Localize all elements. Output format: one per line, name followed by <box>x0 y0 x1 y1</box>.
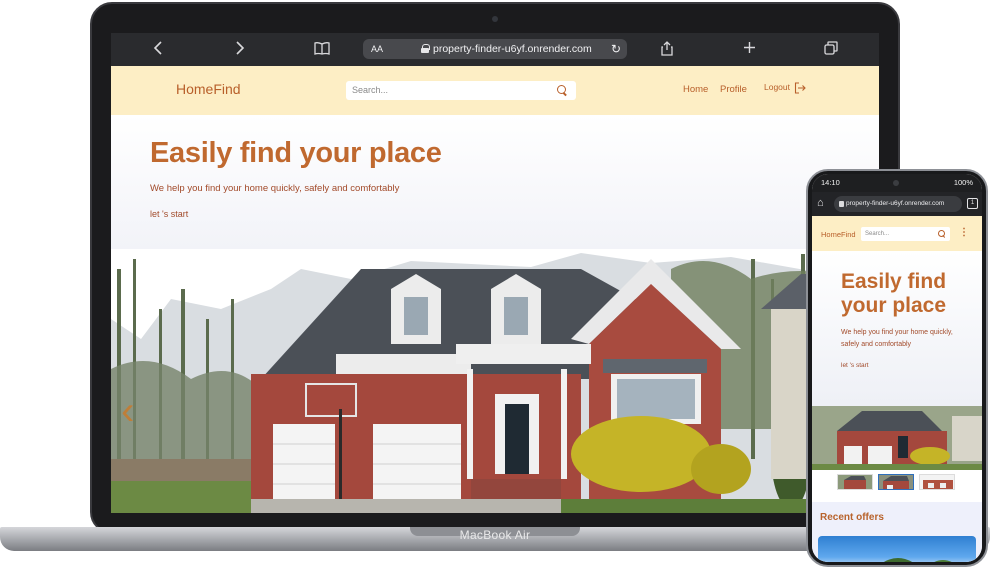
lock-icon <box>839 201 844 207</box>
nav-logout[interactable]: Logout <box>764 82 790 92</box>
search-input[interactable]: Search... <box>346 81 576 100</box>
phone-browser-bar: ⌂ property-finder-u6yf.onrender.com 1 <box>812 192 982 216</box>
lets-start-link[interactable]: let 's start <box>841 362 869 369</box>
device-mockup: AA property-finder-u6yf.onrender.com ↻ H… <box>0 0 990 570</box>
offer-card-image[interactable] <box>818 536 976 562</box>
search-icon[interactable] <box>938 230 946 238</box>
thumbnail-3[interactable] <box>919 474 955 490</box>
search-placeholder: Search... <box>352 85 389 95</box>
tabs-icon[interactable]: 1 <box>967 198 978 209</box>
home-icon[interactable]: ⌂ <box>817 197 829 209</box>
recent-offers-section: Recent offers <box>812 502 982 562</box>
laptop-model-label: MacBook Air <box>459 528 531 542</box>
status-battery: 100% <box>953 178 973 187</box>
phone-hero: Easily find your place We help you find … <box>812 251 982 406</box>
laptop-screen: AA property-finder-u6yf.onrender.com ↻ H… <box>111 33 879 513</box>
nav-home[interactable]: Home <box>683 84 708 95</box>
reload-icon[interactable]: ↻ <box>611 39 621 59</box>
carousel-prev-icon[interactable]: ‹ <box>121 391 134 431</box>
text-size-button[interactable]: AA <box>371 39 383 59</box>
search-icon[interactable] <box>557 85 568 96</box>
site-logo[interactable]: HomeFind <box>176 81 241 97</box>
search-input[interactable]: Search... <box>861 227 950 241</box>
laptop-bezel <box>111 513 879 527</box>
thumbnail-1[interactable] <box>837 474 873 490</box>
lock-icon <box>421 44 430 53</box>
recent-offers-title: Recent offers <box>820 512 884 523</box>
phone-address-bar[interactable]: property-finder-u6yf.onrender.com <box>834 196 962 212</box>
address-bar[interactable]: AA property-finder-u6yf.onrender.com ↻ <box>363 39 627 59</box>
house-photo: ‹ <box>111 249 879 513</box>
hero-subtitle: We help you find your home quickly, safe… <box>150 183 400 194</box>
status-time: 14:10 <box>821 178 840 187</box>
hero-section: Easily find your place We help you find … <box>111 115 879 249</box>
url-text: property-finder-u6yf.onrender.com <box>433 43 592 55</box>
phone-site-header: HomeFind Search... ⋮ <box>812 216 982 251</box>
forward-icon[interactable] <box>233 41 247 58</box>
book-icon[interactable] <box>314 41 330 58</box>
site-header: HomeFind Search... Home Profile Logout <box>111 66 879 115</box>
lets-start-link[interactable]: let 's start <box>150 209 188 219</box>
hero-title: Easily find your place <box>841 270 947 317</box>
phone-screen: 14:10 100% ⌂ property-finder-u6yf.onrend… <box>812 174 982 562</box>
laptop-camera <box>492 16 498 22</box>
thumbnail-strip <box>812 470 982 500</box>
kebab-menu-icon[interactable]: ⋮ <box>959 227 969 239</box>
back-icon[interactable] <box>151 41 165 58</box>
phone-house-photo <box>812 406 982 470</box>
hero-title: Easily find your place <box>150 137 442 169</box>
logout-icon[interactable] <box>794 82 806 94</box>
phone-camera <box>893 180 899 186</box>
thumbnail-2[interactable] <box>878 474 914 490</box>
search-placeholder: Search... <box>865 231 890 237</box>
browser-toolbar: AA property-finder-u6yf.onrender.com ↻ <box>111 33 879 66</box>
plus-icon[interactable] <box>742 41 756 58</box>
phone-url-text: property-finder-u6yf.onrender.com <box>846 200 945 207</box>
tabs-icon[interactable] <box>823 41 839 58</box>
site-logo[interactable]: HomeFind <box>821 230 856 239</box>
hero-subtitle: We help you find your home quickly, safe… <box>841 329 953 348</box>
phone-status-bar: 14:10 100% <box>812 174 982 192</box>
nav-profile[interactable]: Profile <box>720 84 747 95</box>
share-icon[interactable] <box>660 41 674 58</box>
